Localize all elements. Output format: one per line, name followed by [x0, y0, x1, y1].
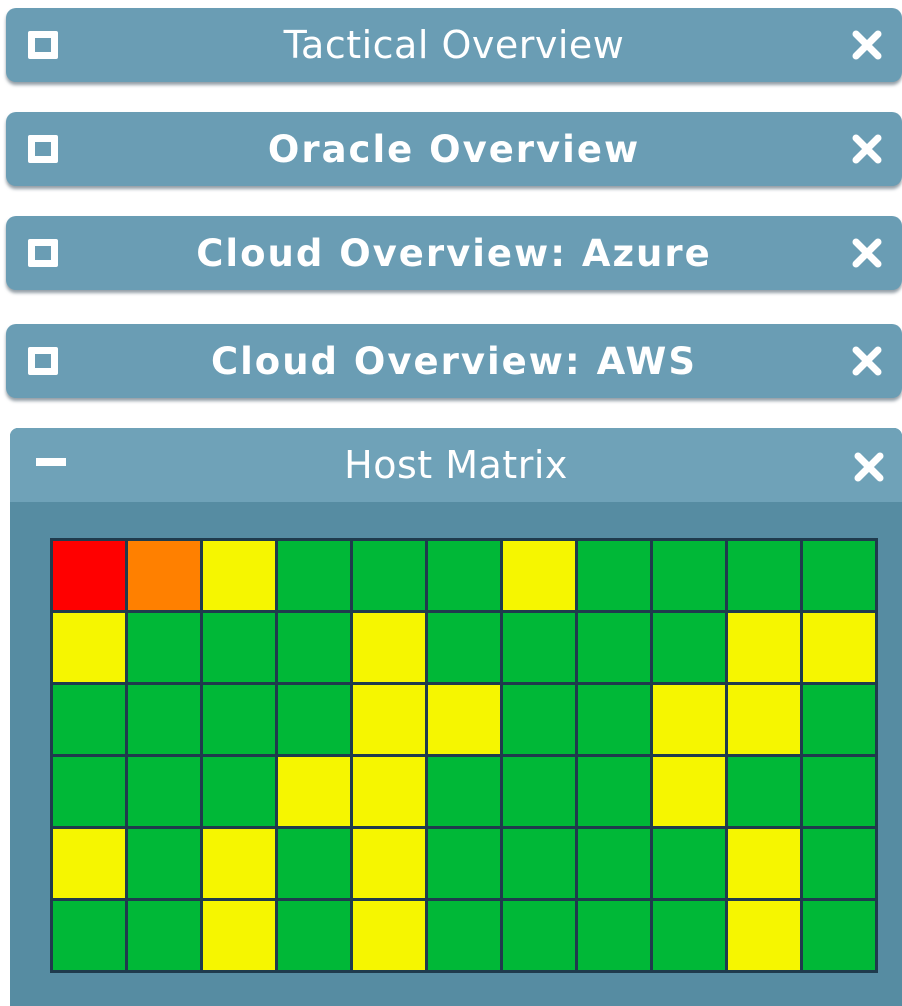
host-cell[interactable]	[353, 685, 425, 754]
host-cell[interactable]	[353, 829, 425, 898]
host-cell[interactable]	[428, 685, 500, 754]
host-cell[interactable]	[503, 541, 575, 610]
host-cell[interactable]	[803, 757, 875, 826]
panel-oracle-overview: Oracle Overview	[6, 112, 902, 186]
panel-host-matrix: Host Matrix	[10, 428, 902, 1006]
host-cell[interactable]	[728, 685, 800, 754]
host-cell[interactable]	[428, 613, 500, 682]
host-cell[interactable]	[728, 541, 800, 610]
host-cell[interactable]	[53, 613, 125, 682]
host-cell[interactable]	[128, 541, 200, 610]
host-cell[interactable]	[428, 541, 500, 610]
host-cell[interactable]	[578, 757, 650, 826]
host-cell[interactable]	[278, 757, 350, 826]
close-icon[interactable]	[852, 448, 886, 486]
host-cell[interactable]	[803, 541, 875, 610]
minimize-icon[interactable]	[36, 458, 66, 466]
host-cell[interactable]	[128, 901, 200, 970]
panel-cloud-overview-aws: Cloud Overview: AWS	[6, 324, 902, 398]
host-cell[interactable]	[578, 685, 650, 754]
dashboard-panel-stack: Tactical Overview Oracle Overview Cloud …	[0, 0, 902, 1006]
host-cell[interactable]	[803, 685, 875, 754]
host-cell[interactable]	[428, 901, 500, 970]
host-cell[interactable]	[278, 541, 350, 610]
close-icon[interactable]	[850, 234, 884, 272]
host-cell[interactable]	[128, 685, 200, 754]
host-cell[interactable]	[278, 613, 350, 682]
host-cell[interactable]	[578, 901, 650, 970]
host-cell[interactable]	[578, 613, 650, 682]
panel-cloud-overview-azure: Cloud Overview: Azure	[6, 216, 902, 290]
host-cell[interactable]	[203, 901, 275, 970]
host-cell[interactable]	[803, 901, 875, 970]
host-cell[interactable]	[503, 613, 575, 682]
host-cell[interactable]	[278, 685, 350, 754]
host-cell[interactable]	[728, 829, 800, 898]
panel-title: Tactical Overview	[283, 23, 625, 67]
restore-icon[interactable]	[28, 135, 58, 163]
host-cell[interactable]	[503, 685, 575, 754]
host-cell[interactable]	[503, 757, 575, 826]
panel-header[interactable]: Cloud Overview: AWS	[6, 324, 902, 398]
panel-tactical-overview: Tactical Overview	[6, 8, 902, 82]
panel-title: Cloud Overview: AWS	[210, 339, 698, 383]
restore-icon[interactable]	[28, 239, 58, 267]
host-cell[interactable]	[653, 685, 725, 754]
host-cell[interactable]	[353, 901, 425, 970]
host-cell[interactable]	[653, 757, 725, 826]
host-cell[interactable]	[203, 757, 275, 826]
panel-title: Oracle Overview	[267, 127, 641, 171]
host-matrix-grid	[50, 538, 878, 973]
host-cell[interactable]	[653, 901, 725, 970]
host-cell[interactable]	[803, 613, 875, 682]
host-cell[interactable]	[728, 757, 800, 826]
host-cell[interactable]	[203, 541, 275, 610]
panel-title: Host Matrix	[344, 443, 568, 487]
close-icon[interactable]	[850, 26, 884, 64]
host-cell[interactable]	[353, 757, 425, 826]
host-cell[interactable]	[653, 829, 725, 898]
host-cell[interactable]	[278, 829, 350, 898]
host-cell[interactable]	[53, 757, 125, 826]
host-cell[interactable]	[203, 829, 275, 898]
restore-icon[interactable]	[28, 31, 58, 59]
close-icon[interactable]	[850, 342, 884, 380]
host-cell[interactable]	[503, 829, 575, 898]
host-cell[interactable]	[203, 613, 275, 682]
host-cell[interactable]	[203, 685, 275, 754]
host-cell[interactable]	[803, 829, 875, 898]
host-cell[interactable]	[128, 829, 200, 898]
host-cell[interactable]	[728, 613, 800, 682]
panel-header[interactable]: Cloud Overview: Azure	[6, 216, 902, 290]
host-cell[interactable]	[278, 901, 350, 970]
host-cell[interactable]	[653, 613, 725, 682]
host-cell[interactable]	[578, 541, 650, 610]
host-cell[interactable]	[353, 541, 425, 610]
host-cell[interactable]	[578, 829, 650, 898]
close-icon[interactable]	[850, 130, 884, 168]
host-cell[interactable]	[53, 829, 125, 898]
panel-header[interactable]: Host Matrix	[10, 428, 902, 502]
host-cell[interactable]	[653, 541, 725, 610]
host-cell[interactable]	[53, 685, 125, 754]
restore-icon[interactable]	[28, 347, 58, 375]
host-cell[interactable]	[53, 541, 125, 610]
panel-header[interactable]: Oracle Overview	[6, 112, 902, 186]
panel-header[interactable]: Tactical Overview	[6, 8, 902, 82]
host-cell[interactable]	[728, 901, 800, 970]
host-cell[interactable]	[503, 901, 575, 970]
host-cell[interactable]	[128, 757, 200, 826]
panel-title: Cloud Overview: Azure	[196, 231, 712, 275]
host-cell[interactable]	[428, 829, 500, 898]
host-cell[interactable]	[353, 613, 425, 682]
host-cell[interactable]	[128, 613, 200, 682]
host-cell[interactable]	[53, 901, 125, 970]
host-cell[interactable]	[428, 757, 500, 826]
